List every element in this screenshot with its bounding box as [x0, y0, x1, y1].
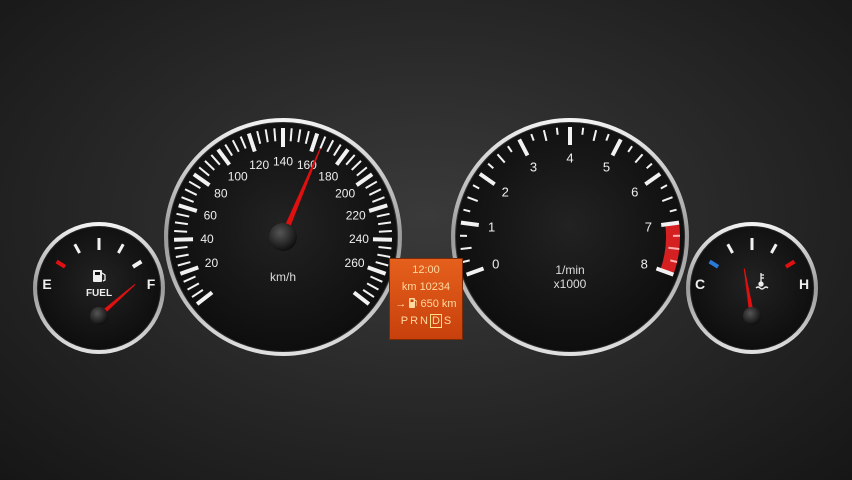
speed-tick-label: 140 [273, 154, 293, 168]
fuel-range: 650 km [420, 298, 457, 310]
tach-tick-label: 7 [645, 219, 652, 234]
tach-tick-label: 1 [488, 219, 495, 234]
fuel-empty-label: E [42, 276, 51, 292]
temp-needle-hub [743, 307, 761, 325]
gear-selector: PRNDS [390, 313, 462, 330]
speed-minor-tick [174, 246, 188, 250]
tach-minor-tick [668, 246, 680, 250]
tach-tick-label: 5 [603, 160, 610, 175]
tach-minor-tick [581, 127, 585, 135]
temperature-gauge: C H [686, 222, 818, 354]
range-arrow-icon: → [395, 298, 407, 310]
gear-s: S [443, 315, 452, 327]
speed-tick-label: 200 [335, 187, 355, 201]
fuel-needle-hub [90, 307, 108, 325]
gear-d: D [429, 314, 442, 328]
tach-unit-label: 1/min [555, 263, 584, 277]
speed-minor-tick [273, 128, 277, 142]
speed-tick-label: 240 [349, 232, 369, 246]
speed-tick-label: 80 [214, 187, 228, 201]
fuel-full-label: F [147, 276, 156, 292]
temp-hot-label: H [799, 276, 809, 292]
instrument-cluster: 20406080100120 140 160180200220240260 km/h… [33, 118, 818, 356]
speed-tick-label: 20 [205, 256, 219, 270]
gear-n: N [420, 315, 428, 327]
tach-tick-label: 0 [492, 257, 499, 272]
tach-tick-label: 4 [566, 151, 573, 166]
tach-minor-tick [555, 127, 559, 135]
speed-minor-tick [289, 128, 293, 142]
speed-minor-tick [378, 230, 392, 233]
speed-tick-label: 60 [204, 208, 218, 222]
fuel-pump-icon [409, 298, 418, 308]
info-display: 12:00 km 10234 → 650 km PRNDS [389, 258, 463, 340]
tach-multiplier-label: x1000 [554, 277, 587, 291]
fuel-gauge: E F FUEL [33, 222, 165, 354]
tach-minor-tick [460, 246, 472, 250]
tach-tick-label: 2 [502, 184, 509, 199]
tach-tick-label: 3 [530, 160, 537, 175]
clock-time: 12:00 [412, 264, 440, 276]
speed-unit-label: km/h [270, 270, 296, 284]
tach-major-tick [660, 220, 680, 227]
range-row: → 650 km [390, 296, 462, 313]
speed-tick-label: 120 [249, 158, 269, 172]
speed-tick-label: 180 [318, 169, 338, 183]
speed-tick-label: 40 [200, 232, 214, 246]
tach-major-tick [460, 220, 480, 227]
speed-tick-label: 100 [228, 169, 248, 183]
speed-minor-tick [378, 246, 392, 250]
tach-tick-label: 8 [641, 257, 648, 272]
speed-tick-label: 260 [345, 256, 365, 270]
speed-minor-tick [174, 230, 188, 233]
speed-needle-hub [269, 223, 297, 251]
tachometer: 0 1 2 3 4 5 6 7 8 1/min x1000 [451, 118, 689, 356]
tach-tick-label: 6 [631, 184, 638, 199]
odometer: km 10234 [401, 281, 451, 293]
temp-cold-label: C [695, 276, 705, 292]
gear-r: R [410, 315, 419, 327]
speedometer: 20406080100120 140 160180200220240260 km/h [164, 118, 402, 356]
speed-tick-label: 220 [346, 208, 366, 222]
fuel-title: FUEL [86, 288, 112, 299]
gear-p: P [400, 315, 409, 327]
